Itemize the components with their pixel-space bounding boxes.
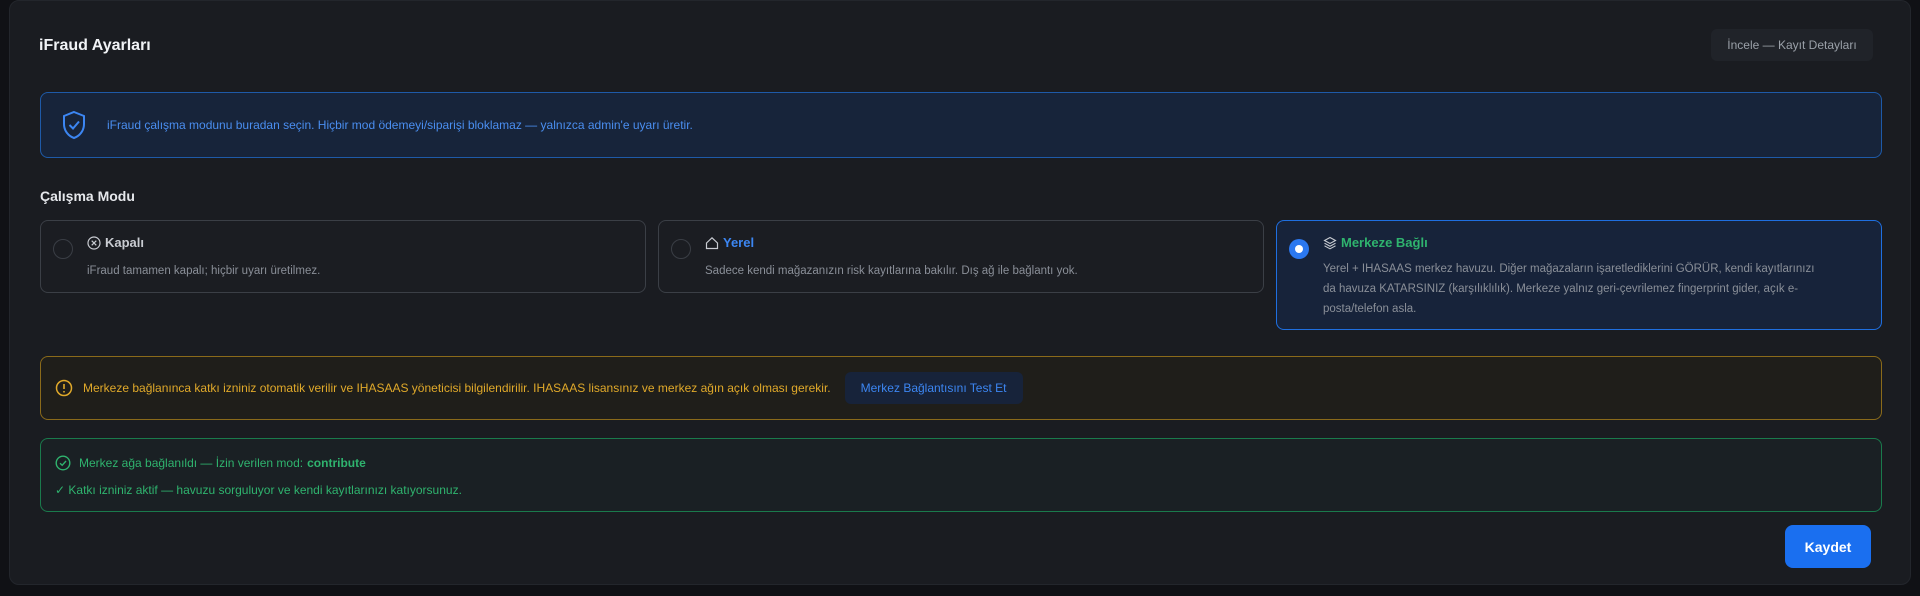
review-records-button[interactable]: İncele — Kayıt Detayları [1711, 29, 1873, 61]
mode-option-central-description: Yerel + IHASAAS merkez havuzu. Diğer mağ… [1323, 259, 1814, 319]
mode-radio-central[interactable] [1289, 239, 1309, 259]
mode-option-central[interactable]: Merkeze Bağlı Yerel + IHASAAS merkez hav… [1276, 220, 1882, 330]
mode-option-central-header: Merkeze Bağlı [1323, 235, 1428, 250]
mode-option-local-description: Sadece kendi mağazanızın risk kayıtların… [705, 265, 1078, 277]
warning-banner: Merkeze bağlanınca katkı izniniz otomati… [40, 356, 1882, 420]
mode-section-title: Çalışma Modu [40, 188, 135, 204]
mode-option-off-label: Kapalı [105, 235, 145, 250]
connection-status-text: Merkez ağa bağlanıldı — İzin verilen mod… [79, 456, 304, 470]
mode-option-off-description: iFraud tamamen kapalı; hiçbir uyarı üret… [87, 265, 321, 277]
x-circle-icon [87, 235, 101, 250]
description-line: da havuza KATARSINIZ (karşılıklılık). Me… [1323, 283, 1799, 295]
mode-option-local-header: Yerel [705, 235, 754, 250]
info-text: iFraud çalışma modunu buradan seçin. Hiç… [107, 118, 693, 132]
page-title: iFraud Ayarları [39, 37, 151, 54]
check-circle-icon [55, 455, 71, 471]
mode-radio-local[interactable] [671, 239, 691, 259]
mode-option-local[interactable]: Yerel Sadece kendi mağazanızın risk kayı… [658, 220, 1264, 293]
mode-option-off[interactable]: Kapalı iFraud tamamen kapalı; hiçbir uya… [40, 220, 646, 293]
shield-check-icon [63, 110, 85, 140]
description-line: Yerel + IHASAAS merkez havuzu. Diğer mağ… [1323, 263, 1815, 275]
connection-status-line: Merkez ağa bağlanıldı — İzin verilen mod… [55, 455, 366, 471]
mode-radio-off[interactable] [53, 239, 73, 259]
mode-option-off-header: Kapalı [87, 235, 144, 250]
save-button[interactable]: Kaydet [1785, 525, 1871, 568]
test-connection-button[interactable]: Merkez Bağlantısını Test Et [844, 372, 1023, 404]
mode-option-central-label: Merkeze Bağlı [1341, 235, 1428, 250]
description-line: posta/telefon asla. [1323, 303, 1417, 315]
alert-circle-icon [55, 379, 73, 397]
info-banner: iFraud çalışma modunu buradan seçin. Hiç… [40, 92, 1882, 158]
home-icon [705, 236, 719, 249]
layers-icon [1323, 236, 1337, 249]
connection-status-banner: Merkez ağa bağlanıldı — İzin verilen mod… [40, 438, 1882, 512]
warning-text: Merkeze bağlanınca katkı izniniz otomati… [83, 381, 831, 395]
mode-option-local-label: Yerel [723, 235, 755, 250]
allowed-mode-value: contribute [307, 456, 366, 470]
contribution-status-text: ✓ Katkı izniniz aktif — havuzu sorguluyo… [55, 483, 462, 497]
settings-panel: iFraud Ayarları İncele — Kayıt Detayları… [9, 0, 1911, 585]
